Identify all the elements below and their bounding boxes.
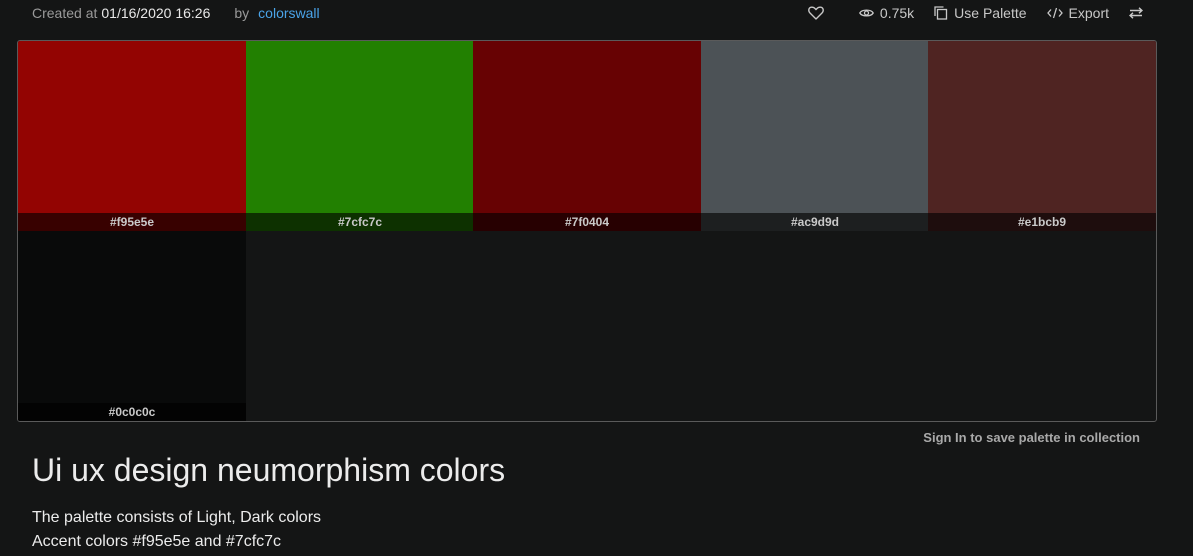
export-label: Export xyxy=(1068,5,1109,21)
created-label: Created at xyxy=(32,5,98,21)
swatch-hex-label: #7cfc7c xyxy=(246,213,474,231)
code-icon xyxy=(1046,7,1063,19)
sign-in-link[interactable]: Sign In to save palette in collection xyxy=(923,430,1140,445)
swatch-hex-label: #e1bcb9 xyxy=(928,213,1156,231)
swatch-hex-label: #7f0404 xyxy=(473,213,701,231)
color-swatch[interactable]: #ac9d9d xyxy=(701,41,929,231)
heart-icon xyxy=(808,6,824,20)
swatch-hex-label: #0c0c0c xyxy=(18,403,246,421)
swap-arrows-icon xyxy=(1129,7,1143,19)
created-date: 01/16/2020 16:26 xyxy=(101,5,211,21)
views-value: 0.75k xyxy=(879,5,915,21)
copy-icon xyxy=(934,6,948,20)
palette-actions: 0.75k Use Palette Export xyxy=(808,3,1143,23)
eye-icon xyxy=(858,8,874,18)
color-swatch[interactable]: #0c0c0c xyxy=(18,231,246,421)
color-swatch[interactable]: #7f0404 xyxy=(473,41,701,231)
palette-grid: #f95e5e #7cfc7c #7f0404 #ac9d9d #e1bcb9 … xyxy=(17,40,1157,422)
swatch-hex-label: #f95e5e xyxy=(18,213,246,231)
palette-meta: Created at 01/16/2020 16:26 by colorswal… xyxy=(32,3,320,23)
like-button[interactable] xyxy=(808,6,824,20)
views-count: 0.75k xyxy=(858,5,915,21)
use-palette-label: Use Palette xyxy=(954,5,1027,21)
accent-colors-text: Accent colors #f95e5e and #7cfc7c xyxy=(32,533,282,550)
export-button[interactable]: Export xyxy=(1046,5,1109,21)
swap-button[interactable] xyxy=(1129,7,1143,19)
palette-description: The palette consists of Light, Dark colo… xyxy=(32,509,322,526)
author-link[interactable]: colorswall xyxy=(258,5,319,21)
swatch-hex-label: #ac9d9d xyxy=(701,213,929,231)
by-label: by xyxy=(234,5,250,21)
color-swatch[interactable]: #7cfc7c xyxy=(246,41,474,231)
color-swatch[interactable]: #e1bcb9 xyxy=(928,41,1156,231)
palette-title: Ui ux design neumorphism colors xyxy=(32,452,506,488)
color-swatch[interactable]: #f95e5e xyxy=(18,41,246,231)
use-palette-button[interactable]: Use Palette xyxy=(934,5,1027,21)
